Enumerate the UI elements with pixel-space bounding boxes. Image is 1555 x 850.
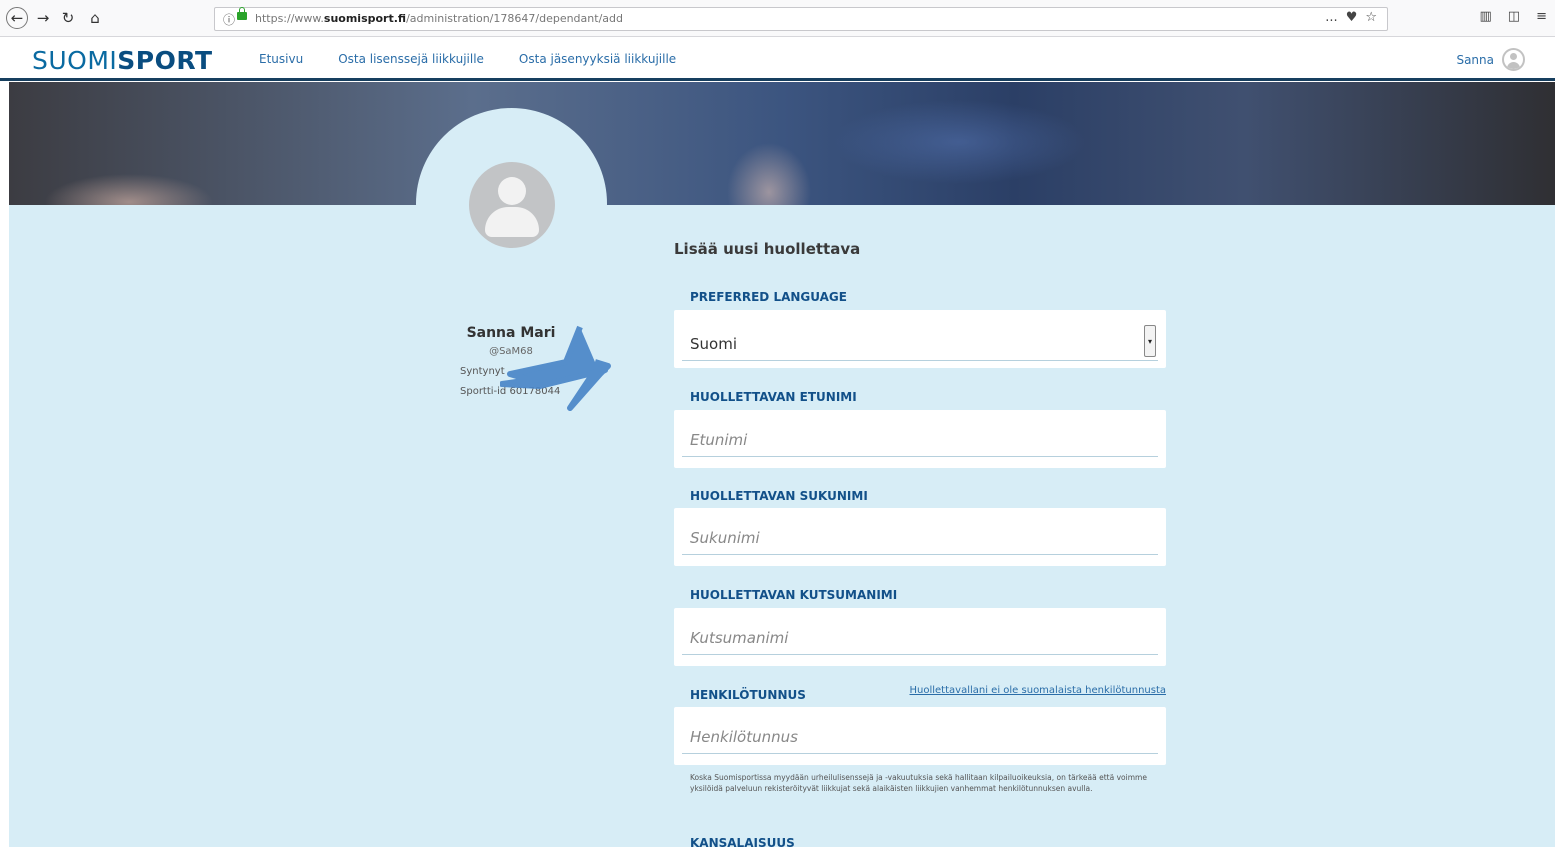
- url-text[interactable]: https://www.suomisport.fi/administration…: [255, 12, 623, 25]
- ssn-helper-text: Koska Suomisportissa myydään urheilulise…: [690, 773, 1147, 793]
- form-title: Lisää uusi huollettava: [674, 240, 861, 258]
- user-avatar-icon[interactable]: [1502, 48, 1525, 71]
- nickname-field-box: [674, 608, 1166, 666]
- home-icon[interactable]: ⌂: [84, 7, 106, 29]
- page-actions-icon[interactable]: ...: [1325, 10, 1337, 25]
- pocket-icon[interactable]: ♥: [1346, 10, 1358, 25]
- last-name-input[interactable]: [682, 522, 1158, 555]
- first-name-input[interactable]: [682, 424, 1158, 457]
- first-name-field-box: [674, 410, 1166, 468]
- ssn-field-box: [674, 707, 1166, 765]
- address-bar[interactable]: ⓘ https://www.suomisport.fi/administrati…: [214, 7, 1388, 31]
- profile-birthdate: Syntynyt: [460, 366, 505, 377]
- lock-icon: [237, 7, 247, 20]
- sidebar-icon[interactable]: ◫: [1508, 9, 1520, 24]
- nav-buy-licenses[interactable]: Osta lisenssejä liikkujille: [338, 52, 484, 66]
- nav-etusivu[interactable]: Etusivu: [259, 52, 303, 66]
- avatar-placeholder-icon: [469, 162, 555, 248]
- redaction-scribble: [500, 325, 611, 411]
- suomisport-logo[interactable]: SUOMISPORT: [32, 46, 213, 75]
- main-nav: Etusivu Osta lisenssejä liikkujille Osta…: [259, 52, 676, 66]
- language-select-value[interactable]: Suomi: [682, 328, 1158, 361]
- nav-buy-memberships[interactable]: Osta jäsenyyksiä liikkujille: [519, 52, 676, 66]
- language-select[interactable]: Suomi ▾: [674, 310, 1166, 368]
- user-menu[interactable]: Sanna: [1456, 48, 1525, 71]
- last-name-field-box: [674, 508, 1166, 566]
- chevron-down-icon[interactable]: ▾: [1144, 325, 1156, 357]
- info-icon[interactable]: ⓘ: [223, 11, 235, 28]
- nickname-label: HUOLLETTAVAN KUTSUMANIMI: [690, 588, 898, 602]
- user-name[interactable]: Sanna: [1456, 53, 1494, 67]
- back-icon[interactable]: ←: [6, 7, 28, 29]
- language-label: PREFERRED LANGUAGE: [690, 290, 847, 304]
- last-name-label: HUOLLETTAVAN SUKUNIMI: [690, 489, 868, 503]
- menu-icon[interactable]: ≡: [1536, 9, 1547, 24]
- first-name-label: HUOLLETTAVAN ETUNIMI: [690, 390, 857, 404]
- nickname-input[interactable]: [682, 622, 1158, 655]
- browser-toolbar: ← → ↻ ⌂ ⓘ https://www.suomisport.fi/admi…: [0, 0, 1555, 37]
- citizenship-label: KANSALAISUUS: [690, 836, 795, 850]
- reload-icon[interactable]: ↻: [57, 7, 79, 29]
- bookmark-star-icon[interactable]: ☆: [1365, 10, 1377, 25]
- library-icon[interactable]: ▥: [1480, 9, 1492, 24]
- ssn-label: HENKILÖTUNNUS: [690, 688, 806, 702]
- ssn-input[interactable]: [682, 721, 1158, 754]
- no-finnish-ssn-link[interactable]: Huollettavallani ei ole suomalaista henk…: [910, 685, 1167, 696]
- profile-banner: [9, 82, 1555, 205]
- forward-icon[interactable]: →: [32, 7, 54, 29]
- site-header: SUOMISPORT Etusivu Osta lisenssejä liikk…: [0, 37, 1555, 81]
